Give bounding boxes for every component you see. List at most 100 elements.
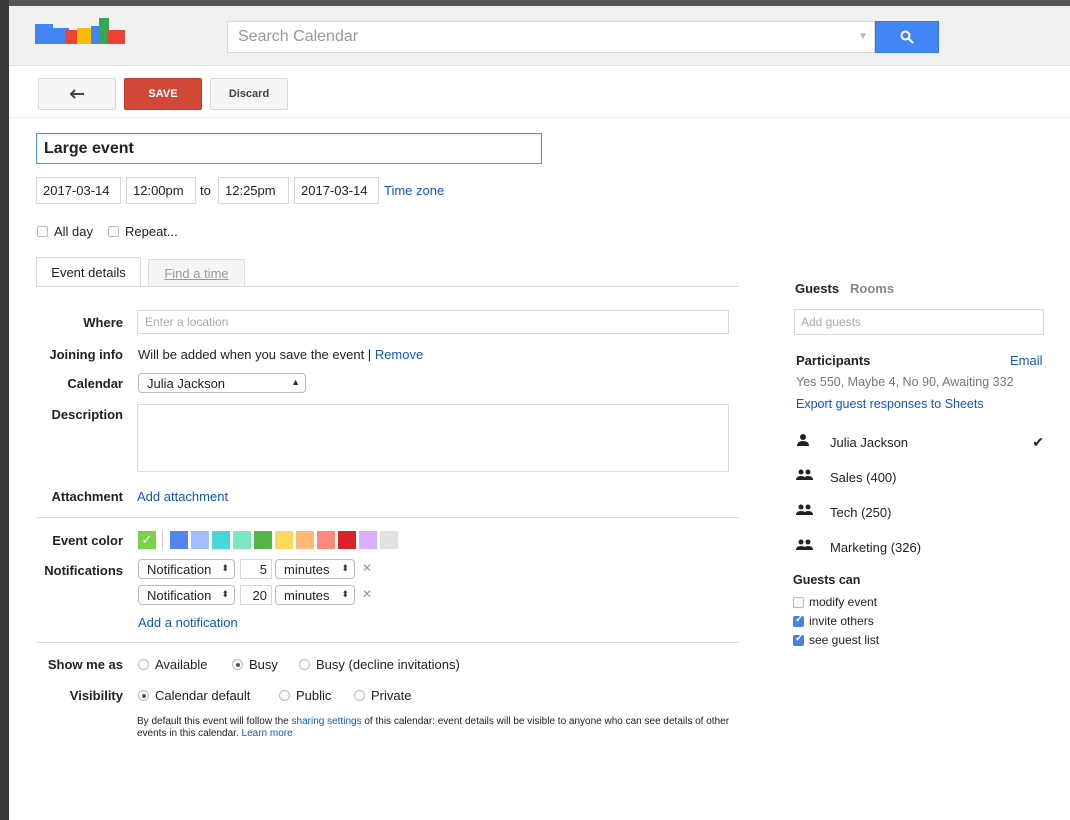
radio-button[interactable] — [299, 659, 310, 670]
help-text: By default this event will follow the — [137, 716, 289, 727]
color-swatch[interactable] — [254, 531, 272, 549]
repeat-option[interactable]: Repeat... — [108, 224, 178, 239]
option-label: Calendar default — [155, 688, 251, 703]
guest-row[interactable]: Sales (400) — [796, 466, 1046, 488]
back-button[interactable] — [38, 78, 116, 110]
end-date-field[interactable]: 2017-03-14 — [294, 177, 379, 204]
notification-unit-select[interactable]: minutes ⬍ — [275, 585, 355, 605]
option-label: Public — [296, 688, 332, 703]
modify-event-option[interactable]: modify event — [793, 595, 877, 609]
joining-info-label: Joining info — [49, 347, 123, 362]
color-swatch[interactable] — [317, 531, 335, 549]
tab-event-details[interactable]: Event details — [36, 257, 141, 287]
check-icon: ✔ — [1032, 433, 1044, 450]
guest-row[interactable]: Julia Jackson ✔ — [796, 431, 1046, 453]
search-input[interactable] — [228, 22, 828, 52]
learn-more-link[interactable]: Learn more — [242, 728, 293, 739]
modify-event-checkbox[interactable] — [793, 596, 804, 608]
sharing-settings-link[interactable]: sharing settings — [292, 716, 362, 727]
visibility-public-option[interactable]: Public — [279, 688, 331, 703]
show-as-busy-decline-option[interactable]: Busy (decline invitations) — [299, 657, 460, 672]
notification-type-select[interactable]: Notification ⬍ — [138, 585, 235, 605]
save-button[interactable]: SAVE — [124, 78, 202, 110]
location-input[interactable] — [137, 310, 729, 334]
add-notification-link[interactable]: Add a notification — [138, 615, 238, 630]
color-swatch[interactable] — [296, 531, 314, 549]
tab-find-a-time[interactable]: Find a time — [148, 259, 245, 287]
color-swatch[interactable] — [338, 531, 356, 549]
all-day-checkbox[interactable] — [37, 226, 48, 237]
option-label: Private — [371, 688, 412, 703]
show-as-available-option[interactable]: Available — [138, 657, 208, 672]
guest-row[interactable]: Tech (250) — [796, 501, 1046, 523]
option-label: Busy — [249, 657, 278, 672]
invite-others-checkbox[interactable] — [793, 614, 804, 627]
description-textarea[interactable] — [137, 404, 729, 472]
rsvp-summary: Yes 550, Maybe 4, No 90, Awaiting 332 — [796, 375, 1014, 389]
visibility-default-option[interactable]: Calendar default — [138, 688, 250, 703]
to-label: to — [200, 183, 211, 198]
notification-unit-value: minutes — [284, 561, 330, 577]
radio-button[interactable] — [232, 659, 243, 670]
remove-joining-link[interactable]: Remove — [375, 347, 423, 362]
show-me-as-label: Show me as — [47, 657, 123, 672]
notification-amount-field[interactable]: 5 — [240, 559, 272, 579]
permission-label: see guest list — [809, 633, 880, 647]
attachment-label: Attachment — [51, 489, 123, 504]
add-guests-input[interactable] — [794, 309, 1044, 335]
add-attachment-link[interactable]: Add attachment — [137, 489, 228, 504]
invite-others-option[interactable]: invite others — [793, 614, 874, 628]
tab-rooms[interactable]: Rooms — [850, 281, 894, 296]
discard-button[interactable]: Discard — [210, 78, 288, 110]
notification-unit-select[interactable]: minutes ⬍ — [275, 559, 355, 579]
event-color-label: Event color — [52, 533, 123, 548]
color-swatch-selected[interactable]: ✓ — [138, 531, 156, 549]
color-swatch[interactable] — [212, 531, 230, 549]
joining-info-row: Will be added when you save the event | … — [138, 347, 423, 362]
permission-label: modify event — [809, 595, 878, 609]
radio-button[interactable] — [354, 690, 365, 701]
guest-row[interactable]: Marketing (326) — [796, 536, 1046, 558]
event-title-input[interactable] — [36, 133, 542, 164]
visibility-help-text: By default this event will follow the sh… — [137, 716, 737, 740]
select-arrows-icon: ⬍ — [221, 563, 229, 573]
email-guests-link[interactable]: Email — [1010, 353, 1043, 368]
tab-guests[interactable]: Guests — [795, 281, 839, 296]
see-guest-list-checkbox[interactable] — [793, 633, 804, 646]
group-icon — [796, 539, 813, 550]
radio-button[interactable] — [138, 659, 149, 670]
color-swatch[interactable] — [191, 531, 209, 549]
color-swatch[interactable] — [170, 531, 188, 549]
group-icon — [796, 504, 813, 515]
visibility-private-option[interactable]: Private — [354, 688, 411, 703]
notification-type-select[interactable]: Notification ⬍ — [138, 559, 235, 579]
remove-notification-icon[interactable]: ✕ — [362, 587, 372, 601]
search-dropdown-icon[interactable]: ▼ — [858, 31, 868, 42]
show-as-busy-option[interactable]: Busy — [232, 657, 278, 672]
section-divider — [36, 517, 739, 518]
color-swatch[interactable] — [380, 531, 398, 549]
start-time-field[interactable]: 12:00pm — [126, 177, 196, 204]
app-logo[interactable] — [35, 18, 135, 50]
time-zone-link[interactable]: Time zone — [384, 183, 444, 198]
color-swatch[interactable] — [275, 531, 293, 549]
search-icon — [900, 30, 914, 44]
calendar-select-value: Julia Jackson — [147, 375, 226, 391]
repeat-checkbox[interactable] — [108, 226, 119, 237]
notifications-label: Notifications — [44, 563, 123, 578]
all-day-option[interactable]: All day — [37, 224, 93, 239]
remove-notification-icon[interactable]: ✕ — [362, 561, 372, 575]
radio-button[interactable] — [279, 690, 290, 701]
export-responses-link[interactable]: Export guest responses to Sheets — [796, 397, 984, 411]
end-time-field[interactable]: 12:25pm — [218, 177, 289, 204]
notification-amount-field[interactable]: 20 — [240, 585, 272, 605]
description-label: Description — [51, 407, 123, 422]
color-swatch[interactable] — [233, 531, 251, 549]
radio-button[interactable] — [138, 690, 149, 701]
see-guest-list-option[interactable]: see guest list — [793, 633, 879, 647]
select-arrows-icon: ▲ — [291, 377, 300, 387]
search-button[interactable] — [875, 21, 939, 53]
start-date-field[interactable]: 2017-03-14 — [36, 177, 121, 204]
color-swatch[interactable] — [359, 531, 377, 549]
calendar-select[interactable]: Julia Jackson ▲ — [138, 373, 306, 393]
